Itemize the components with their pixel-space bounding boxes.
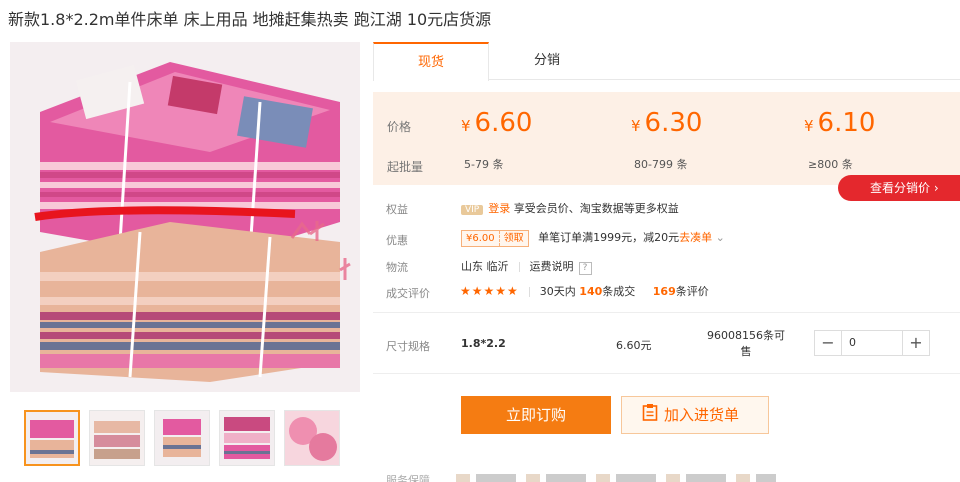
currency-symbol: ¥ <box>804 117 814 135</box>
tier-2-qty: 80-799 条 <box>634 158 688 171</box>
main-product-image[interactable] <box>10 42 360 392</box>
price-tier-1: ¥6.60 <box>461 108 532 138</box>
spec-option: 1.8*2.2 <box>461 337 506 350</box>
add-to-purchase-list-button[interactable]: 加入进货单 <box>621 396 769 434</box>
spec-stock: 96008156条可售 <box>707 329 785 358</box>
thumbnail-photo <box>285 411 339 465</box>
star-rating-icon: ★★★★★ <box>460 284 519 298</box>
tab-bar: 现货 分销 <box>373 42 960 81</box>
review-count[interactable]: 169 <box>653 285 676 298</box>
thumbnail-strip <box>24 410 340 466</box>
min-quantity-label: 起批量 <box>387 160 424 174</box>
sold-suffix: 条成交 <box>602 285 636 298</box>
logistics-label: 物流 <box>386 261 408 274</box>
price-tier-2: ¥6.30 <box>631 108 702 138</box>
discount-row: ¥6.00 领取 单笔订单满1999元，减20元去凑单 ⌄ <box>461 229 725 247</box>
add-to-list-label: 加入进货单 <box>664 406 740 424</box>
thumbnail-4[interactable] <box>219 410 275 466</box>
coupon-action: 领取 <box>498 231 528 246</box>
currency-symbol: ¥ <box>631 117 641 135</box>
buy-now-button[interactable]: 立即订购 <box>461 396 611 434</box>
tab-distribution[interactable]: 分销 <box>489 42 605 80</box>
thumbnail-1[interactable] <box>24 410 80 466</box>
divider <box>518 262 520 272</box>
rights-label: 权益 <box>386 203 408 216</box>
price-value: ¥6.30 <box>631 108 702 138</box>
sold-count: 140 <box>579 285 603 298</box>
shipping-info-link[interactable]: 运费说明 <box>530 260 574 273</box>
add-items-link[interactable]: 去凑单 <box>679 231 712 244</box>
price-value: ¥6.10 <box>804 108 875 138</box>
coupon-button[interactable]: ¥6.00 领取 <box>461 230 529 247</box>
login-link[interactable]: 登录 <box>488 202 510 215</box>
thumbnail-photo <box>220 411 274 465</box>
thumbnail-2[interactable] <box>89 410 145 466</box>
spec-price: 6.60元 <box>616 339 652 352</box>
reviews-label: 成交评价 <box>386 287 430 300</box>
sales-period: 30天内 <box>539 285 576 298</box>
chevron-down-icon: ⌄ <box>715 231 725 244</box>
quantity-input[interactable]: 0 <box>841 331 903 355</box>
divider <box>373 373 960 374</box>
thumbnail-photo <box>90 411 144 465</box>
discount-label: 优惠 <box>386 234 408 247</box>
chevron-right-icon: › <box>933 181 939 195</box>
tier-1-qty: 5-79 条 <box>464 158 504 171</box>
reviews-row: ★★★★★ 30天内 140条成交 169条评价 <box>460 283 709 299</box>
thumbnail-photo <box>26 412 78 464</box>
coupon-amount: ¥6.00 <box>466 233 495 244</box>
divider <box>373 312 960 313</box>
divider <box>528 287 530 297</box>
vip-badge: VIP <box>461 205 484 215</box>
clipboard-icon <box>642 398 658 434</box>
logistics-row: 山东 临沂 运费说明? <box>461 258 592 275</box>
spec-label: 尺寸规格 <box>386 340 430 353</box>
ship-from-location: 山东 临沂 <box>461 260 509 273</box>
thumbnail-5[interactable] <box>284 410 340 466</box>
rights-text: 享受会员价、淘宝数据等更多权益 <box>513 202 679 215</box>
help-icon[interactable]: ? <box>578 262 592 275</box>
increment-button[interactable]: + <box>903 331 929 355</box>
rights-row: VIP 登录 享受会员价、淘宝数据等更多权益 <box>461 200 679 216</box>
price-label: 价格 <box>387 120 412 134</box>
thumbnail-3[interactable] <box>154 410 210 466</box>
price-number: 6.10 <box>817 108 876 138</box>
price-value: ¥6.60 <box>461 108 532 138</box>
discount-text: 单笔订单满1999元，减20元 <box>538 231 680 244</box>
price-box: 价格 起批量 ¥6.60 5-79 条 ¥6.30 80-799 条 ¥6.10… <box>373 92 960 185</box>
tier-3-qty: ≥800 条 <box>808 158 853 171</box>
service-guarantee-label: 服务保障 <box>386 474 430 482</box>
thumbnail-photo <box>155 411 209 465</box>
quantity-stepper[interactable]: − 0 + <box>814 330 930 356</box>
bedsheet-stack-photo <box>10 42 360 392</box>
review-suffix: 条评价 <box>675 285 709 298</box>
currency-symbol: ¥ <box>461 117 471 135</box>
decrement-button[interactable]: − <box>815 331 841 355</box>
view-distribution-price-button[interactable]: 查看分销价 › <box>838 175 960 201</box>
price-tier-3: ¥6.10 <box>804 108 875 138</box>
distribution-button-label: 查看分销价 <box>870 181 931 195</box>
price-number: 6.30 <box>644 108 703 138</box>
product-title: 新款1.8*2.2m单件床单 床上用品 地摊赶集热卖 跑江湖 10元店货源 <box>8 10 492 29</box>
price-number: 6.60 <box>474 108 533 138</box>
service-badges-strip <box>456 474 776 482</box>
tab-in-stock[interactable]: 现货 <box>373 42 489 81</box>
